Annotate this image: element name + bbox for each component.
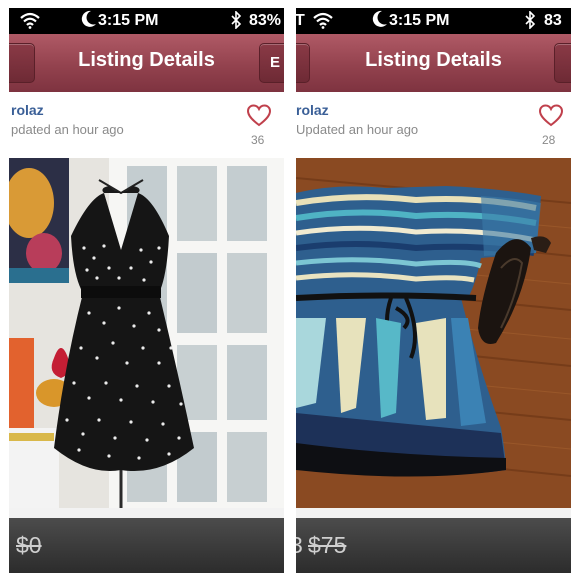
- bluetooth-icon: [524, 10, 536, 34]
- price-bar: 3 $75: [296, 518, 571, 573]
- listing-screen-left: 3:15 PM 83% Listing Details E rolaz pdat…: [9, 8, 284, 573]
- edit-button[interactable]: E: [259, 43, 284, 83]
- listing-price: $75: [308, 532, 347, 558]
- status-bar: 3:15 PM 83%: [9, 8, 284, 34]
- bluetooth-icon: [230, 10, 242, 34]
- battery-percent: 83%: [249, 12, 282, 29]
- listing-screen-right: T 3:15 PM 83 Listing Details rolaz Updat…: [296, 8, 571, 573]
- wifi-icon: [312, 11, 334, 34]
- page-title: Listing Details: [365, 49, 502, 71]
- seller-username[interactable]: rolaz: [11, 102, 44, 118]
- edit-button[interactable]: [554, 43, 571, 83]
- moon-icon: [81, 10, 97, 33]
- battery-percent: 83: [544, 12, 562, 29]
- navigation-bar: Listing Details E: [9, 34, 284, 92]
- status-time: 3:15 PM: [98, 12, 159, 29]
- listing-price: $0: [16, 532, 42, 558]
- seller-username[interactable]: rolaz: [296, 102, 329, 118]
- listing-photo[interactable]: [296, 158, 571, 508]
- navigation-bar: Listing Details: [296, 34, 571, 92]
- listing-photo[interactable]: [9, 158, 284, 508]
- like-count: 28: [542, 133, 556, 147]
- wifi-icon: [19, 11, 41, 34]
- updated-time: pdated an hour ago: [11, 122, 124, 137]
- price-prefix-fragment: 3: [296, 532, 303, 558]
- price-bar: $0: [9, 518, 284, 573]
- seller-info: rolaz Updated an hour ago 28: [296, 92, 571, 158]
- status-time: 3:15 PM: [389, 12, 450, 29]
- heart-icon[interactable]: [246, 104, 272, 128]
- moon-icon: [372, 10, 388, 33]
- edit-button-label: E: [270, 54, 281, 71]
- page-title: Listing Details: [78, 49, 215, 71]
- like-count: 36: [251, 133, 265, 147]
- seller-info: rolaz pdated an hour ago 36: [9, 92, 284, 158]
- heart-icon[interactable]: [538, 104, 564, 128]
- carrier-name: T: [296, 12, 305, 29]
- status-bar: T 3:15 PM 83: [296, 8, 571, 34]
- updated-time: Updated an hour ago: [296, 122, 419, 137]
